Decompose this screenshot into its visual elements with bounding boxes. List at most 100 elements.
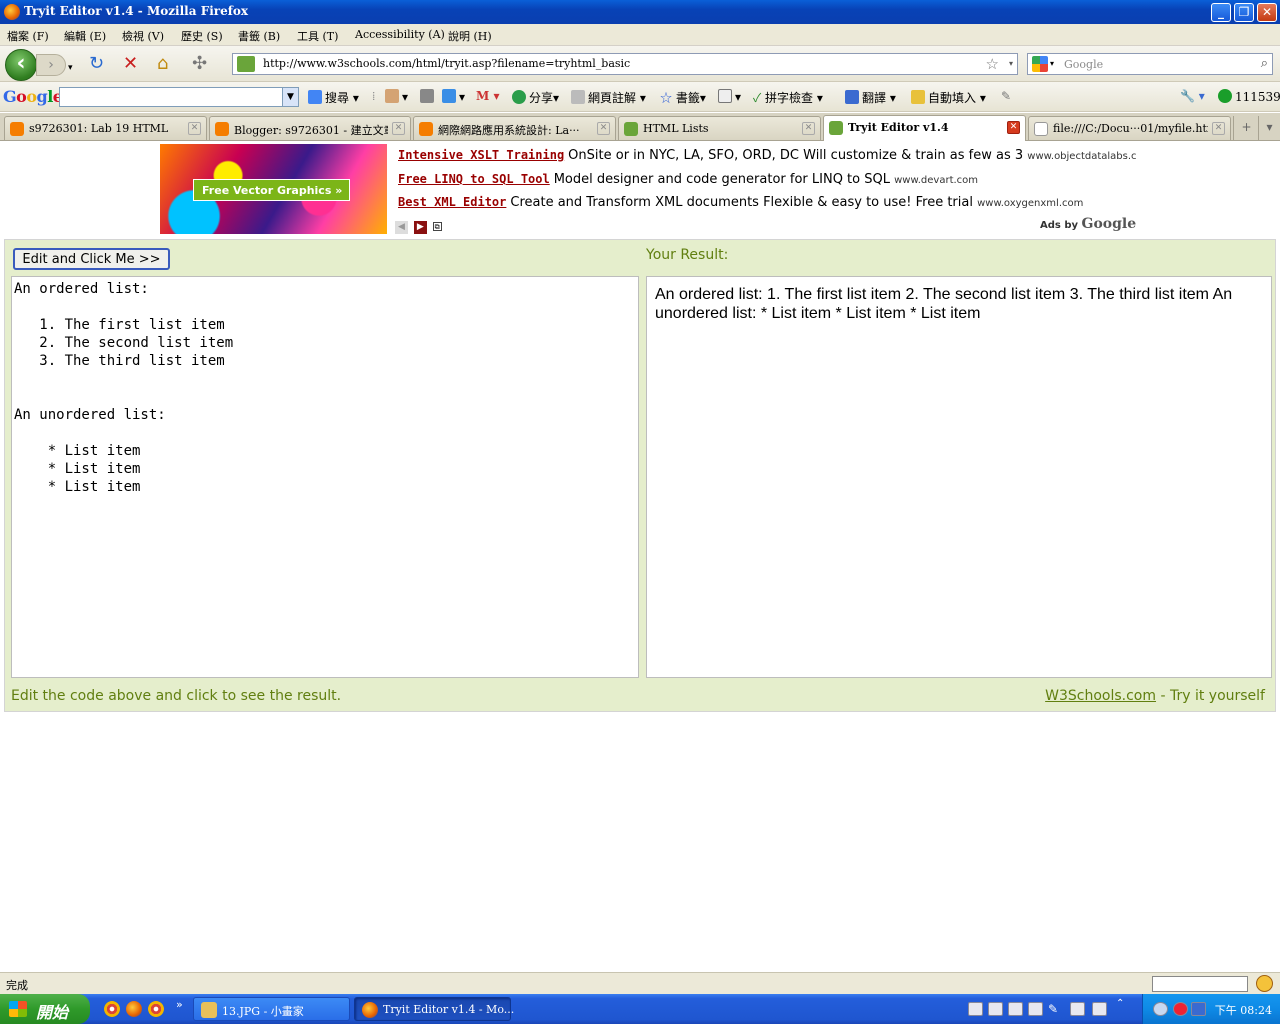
gmail-icon[interactable]: M ▾ [476, 89, 499, 103]
bookmarks-button[interactable]: ☆ 書籤▾ [660, 89, 706, 106]
history-dropdown-icon[interactable]: ▾ [68, 59, 73, 77]
edit-and-click-button[interactable]: Edit and Click Me >> [13, 248, 170, 270]
start-button[interactable]: 開始 [0, 994, 90, 1024]
google-logo[interactable]: Google [3, 87, 63, 106]
ad-link[interactable]: Intensive XSLT Training [398, 148, 564, 162]
search-engine-icon[interactable] [1032, 56, 1048, 72]
bookmark-star-icon[interactable]: ☆ [986, 55, 999, 73]
notes-button[interactable]: 網頁註解 ▾ [571, 89, 646, 106]
tab-close-icon[interactable]: ✕ [392, 122, 405, 135]
clock[interactable]: 下午 08:24 [1215, 1002, 1272, 1018]
search-bar[interactable]: ▾ Google ⌕ [1027, 53, 1273, 75]
ad-text: Model designer and code generator for LI… [553, 172, 890, 187]
plus-icon[interactable]: ▾ [442, 89, 465, 104]
pagerank-indicator[interactable]: 111539▾ [1218, 89, 1280, 104]
counter-icon[interactable]: ▾ [718, 89, 741, 104]
menu-tools[interactable]: 工具 (T) [297, 28, 338, 44]
pen-icon[interactable]: ✎ [1048, 1002, 1063, 1016]
url-bar[interactable]: http://www.w3schools.com/html/tryit.asp?… [232, 53, 1018, 75]
tab-close-icon[interactable]: ✕ [188, 122, 201, 135]
forward-button[interactable]: › [36, 54, 66, 76]
pencil-icon[interactable]: ✎ [1001, 89, 1011, 103]
google-search-input[interactable]: ▼ [59, 87, 299, 107]
ad-popout-icon[interactable]: ⧉ [432, 222, 442, 231]
close-button[interactable]: ✕ [1257, 3, 1277, 22]
tab-close-icon[interactable]: ✕ [597, 122, 610, 135]
network-icon[interactable] [1153, 1002, 1168, 1016]
ime-icon[interactable] [968, 1002, 983, 1016]
tab-tryit-editor[interactable]: Tryit Editor v1.4 ✕ [823, 115, 1026, 141]
input-icon[interactable] [1028, 1002, 1043, 1016]
chevron-down-icon[interactable]: ▼ [282, 88, 298, 106]
menu-view[interactable]: 檢視 (V) [122, 28, 164, 44]
back-button[interactable]: ‹ [5, 49, 37, 81]
menu-help[interactable]: 說明 (H) [448, 28, 492, 44]
tray-expand-icon[interactable]: ⌃ [1116, 998, 1124, 1009]
search-icon[interactable]: ⌕ [1261, 56, 1268, 71]
tab-close-icon[interactable]: ✕ [1007, 121, 1020, 134]
ad-url[interactable]: www.devart.com [894, 175, 978, 186]
help-icon[interactable] [1092, 1002, 1107, 1016]
blogger-icon [419, 122, 433, 136]
new-tab-icon[interactable]: + [1233, 116, 1259, 140]
restore-button[interactable]: ❐ [1234, 3, 1254, 22]
bluetooth-icon[interactable] [1191, 1002, 1206, 1016]
ad-banner-image[interactable]: Free Vector Graphics » [160, 144, 387, 234]
language-icon[interactable] [1070, 1002, 1085, 1016]
minimize-button[interactable]: _ [1211, 3, 1231, 22]
taskbar-item-paint[interactable]: 13.JPG - 小畫家 [193, 997, 350, 1021]
antivirus-icon[interactable] [1173, 1002, 1188, 1016]
free-vector-graphics-button[interactable]: Free Vector Graphics » [193, 179, 350, 201]
ad-url[interactable]: www.oxygenxml.com [977, 198, 1083, 209]
site-identity-icon[interactable] [237, 56, 255, 72]
stop-icon[interactable]: ✕ [123, 55, 138, 73]
reload-icon[interactable]: ↻ [89, 55, 104, 73]
ads-by-google[interactable]: Ads by Google [1040, 216, 1136, 232]
ad-next-icon[interactable]: ▶ [413, 221, 427, 234]
paint-icon [201, 1002, 217, 1018]
bank-icon[interactable] [420, 89, 437, 104]
firefox-icon [362, 1002, 378, 1018]
spellcheck-button[interactable]: ✓ 拼字檢查 ▾ [753, 89, 823, 106]
chrome-icon[interactable] [148, 1001, 164, 1017]
ad-url[interactable]: www.objectdatalabs.c [1027, 151, 1136, 162]
engine-dropdown-icon[interactable]: ▾ [1050, 59, 1054, 68]
menu-bookmarks[interactable]: 書籤 (B) [238, 28, 280, 44]
menu-file[interactable]: 檔案 (F) [7, 28, 49, 44]
news-icon[interactable]: ▾ [385, 89, 408, 104]
ad-link[interactable]: Best XML Editor [398, 195, 506, 209]
google-search-button[interactable]: 搜尋 ▾ [308, 89, 359, 106]
tab-close-icon[interactable]: ✕ [1212, 122, 1225, 135]
tab-local-file[interactable]: file:///C:/Docu···01/myfile.html ✕ [1028, 116, 1231, 140]
firefox-icon[interactable] [126, 1001, 142, 1017]
share-button[interactable]: 分享▾ [512, 89, 559, 106]
home-icon[interactable]: ⌂ [157, 55, 168, 73]
code-textarea[interactable]: An ordered list: 1. The first list item … [11, 276, 639, 678]
menu-edit[interactable]: 編輯 (E) [64, 28, 106, 44]
w3schools-link[interactable]: W3Schools.com [1045, 688, 1156, 704]
tab-blogger[interactable]: Blogger: s9726301 - 建立文章 ✕ [209, 116, 411, 140]
tab-html-lists[interactable]: HTML Lists ✕ [618, 116, 821, 140]
addon-icon[interactable]: ✣ [192, 55, 207, 73]
tab-course[interactable]: 網際網路應用系統設計: La··· ✕ [413, 116, 616, 140]
taskbar-item-firefox[interactable]: Tryit Editor v1.4 - Mo... [354, 997, 514, 1021]
menu-history[interactable]: 歷史 (S) [181, 28, 223, 44]
autofill-button[interactable]: 自動填入 ▾ [911, 89, 986, 106]
tab-close-icon[interactable]: ✕ [802, 122, 815, 135]
chrome-icon[interactable] [104, 1001, 120, 1017]
quicklaunch-more-icon[interactable]: » [176, 998, 183, 1011]
tab-list-icon[interactable]: ▾ [1258, 116, 1280, 140]
translate-button[interactable]: 翻譯 ▾ [845, 89, 896, 106]
ad-line: Best XML Editor Create and Transform XML … [398, 195, 1083, 213]
menu-accessibility[interactable]: Accessibility (A) [355, 28, 445, 41]
smiley-icon[interactable] [1256, 975, 1273, 992]
ad-prev-icon[interactable]: ◀ [395, 221, 408, 234]
title-bar: Tryit Editor v1.4 - Mozilla Firefox _ ❐ … [0, 0, 1280, 24]
url-dropdown-icon[interactable]: ▾ [1009, 59, 1013, 68]
w3schools-icon [829, 121, 843, 135]
ad-link[interactable]: Free LINQ to SQL Tool [398, 172, 550, 186]
wrench-icon[interactable]: 🔧 ▾ [1180, 89, 1205, 103]
keyboard-icon[interactable] [1008, 1002, 1023, 1016]
ime-icon[interactable] [988, 1002, 1003, 1016]
tab-lab19[interactable]: s9726301: Lab 19 HTML ✕ [4, 116, 207, 140]
